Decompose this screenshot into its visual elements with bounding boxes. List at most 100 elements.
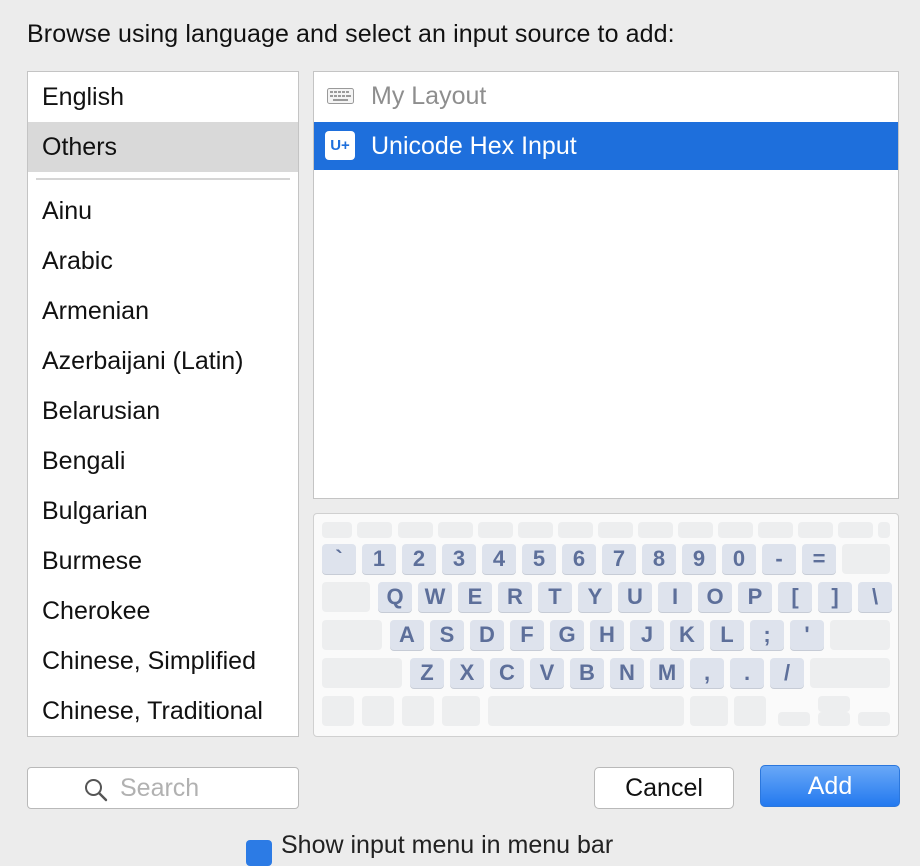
function-key — [357, 522, 392, 538]
key: P — [738, 582, 772, 612]
key: 8 — [642, 544, 676, 574]
key: 4 — [482, 544, 516, 574]
key: - — [762, 544, 796, 574]
modifier-key — [690, 696, 728, 726]
key: O — [698, 582, 732, 612]
language-item-others[interactable]: Others — [28, 122, 298, 172]
key: Z — [410, 658, 444, 688]
arrow-key — [818, 696, 850, 712]
key: [ — [778, 582, 812, 612]
key: R — [498, 582, 532, 612]
key: W — [418, 582, 452, 612]
modifier-key — [402, 696, 434, 726]
key: V — [530, 658, 564, 688]
key: / — [770, 658, 804, 688]
key: U — [618, 582, 652, 612]
key: A — [390, 620, 424, 650]
function-key — [598, 522, 633, 538]
language-item[interactable]: Bulgarian — [28, 486, 298, 536]
key: Y — [578, 582, 612, 612]
language-item[interactable]: Azerbaijani (Latin) — [28, 336, 298, 386]
language-item[interactable]: Arabic — [28, 236, 298, 286]
input-source-label: My Layout — [371, 82, 487, 110]
key: M — [650, 658, 684, 688]
language-item[interactable]: Ainu — [28, 186, 298, 236]
shift-key — [322, 658, 402, 688]
key: ` — [322, 544, 356, 574]
function-key — [638, 522, 673, 538]
key: F — [510, 620, 544, 650]
cancel-button[interactable]: Cancel — [594, 767, 734, 809]
key: G — [550, 620, 584, 650]
keyboard-icon — [327, 88, 354, 104]
function-key — [518, 522, 553, 538]
function-key — [718, 522, 753, 538]
function-key — [838, 522, 873, 538]
key: J — [630, 620, 664, 650]
key: C — [490, 658, 524, 688]
language-item[interactable]: Chinese, Simplified — [28, 636, 298, 686]
key: 6 — [562, 544, 596, 574]
input-source-unicode-hex[interactable]: U+ Unicode Hex Input — [314, 122, 898, 170]
prompt-label: Browse using language and select an inpu… — [27, 20, 675, 48]
key: . — [730, 658, 764, 688]
function-key — [678, 522, 713, 538]
key: N — [610, 658, 644, 688]
input-source-my-layout[interactable]: My Layout — [314, 72, 898, 120]
return-key — [830, 620, 890, 650]
function-key — [558, 522, 593, 538]
key: ' — [790, 620, 824, 650]
key: B — [570, 658, 604, 688]
key: H — [590, 620, 624, 650]
modifier-key — [322, 696, 354, 726]
language-item[interactable]: Burmese — [28, 536, 298, 586]
key: T — [538, 582, 572, 612]
key: L — [710, 620, 744, 650]
caps-lock-key — [322, 620, 382, 650]
language-item[interactable]: Armenian — [28, 286, 298, 336]
key: S — [430, 620, 464, 650]
key: E — [458, 582, 492, 612]
language-item-english[interactable]: English — [28, 72, 298, 122]
input-source-label: Unicode Hex Input — [371, 132, 577, 160]
key: 0 — [722, 544, 756, 574]
keyboard-preview: ` 1 2 3 4 5 6 7 8 9 0- = Q W E R T Y U I O P[] \ A S D F G H J K L; ' Z X C… — [313, 513, 899, 737]
shift-key — [810, 658, 890, 688]
key: 1 — [362, 544, 396, 574]
modifier-key — [734, 696, 766, 726]
search-placeholder: Search — [120, 774, 200, 802]
arrow-key — [778, 712, 810, 726]
modifier-key — [442, 696, 480, 726]
key: D — [470, 620, 504, 650]
language-list[interactable]: English Others Ainu Arabic Armenian Azer… — [27, 71, 299, 737]
language-item[interactable]: Belarusian — [28, 386, 298, 436]
function-key — [478, 522, 513, 538]
language-item[interactable]: Chinese, Traditional — [28, 686, 298, 736]
function-key — [878, 522, 890, 538]
add-button[interactable]: Add — [760, 765, 900, 807]
key: 7 — [602, 544, 636, 574]
key: \ — [858, 582, 892, 612]
language-item[interactable]: Cherokee — [28, 586, 298, 636]
language-item[interactable]: Bengali — [28, 436, 298, 486]
function-key — [398, 522, 433, 538]
key: ] — [818, 582, 852, 612]
key: 2 — [402, 544, 436, 574]
input-source-list[interactable]: My Layout U+ Unicode Hex Input — [313, 71, 899, 499]
modifier-key — [362, 696, 394, 726]
function-key — [798, 522, 833, 538]
key: X — [450, 658, 484, 688]
tab-key — [322, 582, 370, 612]
search-field[interactable]: Search — [27, 767, 299, 809]
function-key — [758, 522, 793, 538]
key: , — [690, 658, 724, 688]
modifier-key — [488, 696, 684, 726]
show-input-menu-checkbox[interactable] — [246, 840, 272, 866]
key: Q — [378, 582, 412, 612]
key: 9 — [682, 544, 716, 574]
unicode-plus-icon: U+ — [325, 131, 355, 160]
key: ; — [750, 620, 784, 650]
function-key — [438, 522, 473, 538]
key: 5 — [522, 544, 556, 574]
arrow-key — [858, 712, 890, 726]
